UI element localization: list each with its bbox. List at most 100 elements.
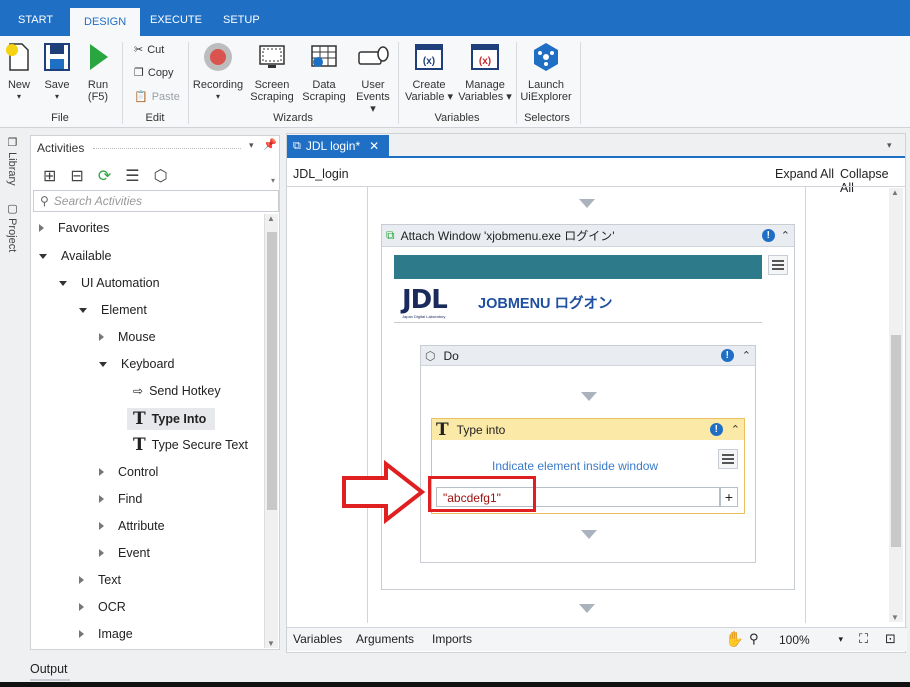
- scroll-down-icon[interactable]: ▼: [267, 639, 275, 648]
- data-scraping-button[interactable]: Data Scraping: [300, 42, 348, 103]
- expand-arrow-icon: [79, 603, 84, 611]
- data-scraping-icon: [311, 45, 337, 67]
- collapse-icon[interactable]: ⊟: [70, 166, 83, 186]
- tree-item-find[interactable]: Find: [99, 489, 142, 509]
- tree-item-favorites[interactable]: Favorites: [39, 218, 109, 238]
- library-tab[interactable]: ❐ Library: [6, 136, 19, 186]
- launch-uiexplorer-label-2: UiExplorer: [520, 91, 572, 103]
- scrollbar-thumb[interactable]: [891, 335, 901, 547]
- user-events-button[interactable]: User Events ▾: [352, 42, 394, 115]
- package-icon[interactable]: ⬡: [154, 166, 168, 186]
- ribbon-divider: [580, 42, 581, 124]
- save-button[interactable]: Save ▾: [40, 42, 74, 103]
- tab-list-icon[interactable]: ▾: [887, 140, 892, 151]
- window-preview-header: [394, 255, 762, 279]
- jdl-logo-sub: Japan Digital Laboratory: [402, 314, 446, 319]
- do-sequence[interactable]: ⬡ Do ! ⌃ T Type into ! ⌃ Indicate elemen…: [420, 345, 756, 563]
- project-icon: ▢: [6, 202, 18, 215]
- type-into-menu-button[interactable]: [718, 449, 738, 469]
- list-icon[interactable]: ☰: [125, 166, 139, 186]
- tab-setup[interactable]: SETUP: [209, 6, 274, 36]
- tree-item-mouse[interactable]: Mouse: [99, 327, 156, 347]
- cut-button[interactable]: ✂ Cut: [134, 43, 164, 57]
- toolbar-overflow-icon[interactable]: ▾: [271, 176, 275, 185]
- type-into-icon: T: [436, 419, 449, 440]
- expand-icon[interactable]: ⊞: [43, 166, 56, 186]
- zoom-search-icon[interactable]: ⚲: [749, 631, 759, 647]
- svg-text:(x): (x): [423, 56, 435, 67]
- type-into-header[interactable]: T Type into ! ⌃: [432, 419, 744, 440]
- scroll-up-icon[interactable]: ▲: [891, 188, 899, 197]
- overview-icon[interactable]: ⊡: [885, 631, 896, 647]
- drop-arrow-icon: [579, 199, 595, 208]
- recording-button[interactable]: Recording ▾: [192, 42, 244, 103]
- manage-variables-button[interactable]: (x) Manage Variables ▾: [458, 42, 512, 103]
- expand-all-link[interactable]: Expand All: [775, 167, 834, 181]
- screen-scraping-button[interactable]: Screen Scraping: [248, 42, 296, 103]
- variables-tab[interactable]: Variables: [293, 632, 342, 646]
- close-icon[interactable]: ✕: [369, 139, 379, 153]
- tab-start[interactable]: START: [4, 6, 67, 36]
- tree-item-event[interactable]: Event: [99, 543, 150, 563]
- fit-to-screen-icon[interactable]: ⛶: [859, 631, 868, 647]
- tree-item-keyboard[interactable]: Keyboard: [99, 354, 175, 374]
- paste-button[interactable]: 📋 Paste: [134, 90, 180, 104]
- designer-scrollbar[interactable]: ▲ ▼: [889, 188, 903, 622]
- attach-window-menu-button[interactable]: [768, 255, 788, 275]
- file-group-label: File: [51, 112, 69, 124]
- project-tab[interactable]: ▢ Project: [6, 202, 19, 252]
- sequence-icon: ⬡: [425, 348, 436, 363]
- warning-icon[interactable]: !: [709, 423, 723, 436]
- tree-item-send-hotkey[interactable]: ⇨ Send Hotkey: [133, 381, 221, 401]
- run-button[interactable]: Run (F5): [82, 42, 114, 103]
- collapse-caret-icon[interactable]: ⌃: [781, 229, 790, 242]
- refresh-icon[interactable]: ⟳: [98, 166, 111, 186]
- new-button[interactable]: New ▾: [4, 42, 34, 103]
- zoom-select[interactable]: 100% ▾: [775, 630, 847, 649]
- tree-item-image[interactable]: Image: [79, 624, 133, 644]
- doc-tab-jdl-login[interactable]: ⧉ JDL login* ✕: [287, 135, 389, 157]
- hand-pan-icon[interactable]: ✋: [725, 630, 744, 648]
- expression-editor-button[interactable]: +: [720, 487, 738, 507]
- tree-item-ui-automation[interactable]: UI Automation: [59, 273, 160, 293]
- pin-icon[interactable]: 📌: [263, 138, 277, 151]
- collapse-caret-icon[interactable]: ⌃: [731, 423, 740, 436]
- tab-execute[interactable]: EXECUTE: [136, 6, 216, 36]
- create-variable-button[interactable]: (x) Create Variable ▾: [402, 42, 456, 103]
- breadcrumb-divider: [287, 186, 905, 187]
- scissors-icon: ✂: [134, 44, 144, 56]
- scrollbar-thumb[interactable]: [267, 232, 277, 510]
- warning-icon[interactable]: !: [720, 349, 734, 362]
- scroll-up-icon[interactable]: ▲: [267, 214, 275, 223]
- zoom-value: 100%: [779, 632, 810, 647]
- search-activities-field[interactable]: ⚲ Search Activities: [33, 190, 279, 212]
- arguments-tab[interactable]: Arguments: [356, 632, 414, 646]
- breadcrumb[interactable]: JDL_login: [293, 167, 349, 181]
- imports-tab[interactable]: Imports: [432, 632, 472, 646]
- launch-uiexplorer-button[interactable]: Launch UiExplorer: [518, 42, 574, 103]
- expand-arrow-icon: [39, 224, 44, 232]
- highlight-box: [428, 476, 536, 512]
- collapse-caret-icon[interactable]: ⌃: [742, 349, 751, 362]
- attach-window-activity[interactable]: ⧉ Attach Window 'xjobmenu.exe ログイン' ! ⌃ …: [381, 224, 795, 590]
- tree-item-control[interactable]: Control: [99, 462, 158, 482]
- tree-item-type-into[interactable]: T Type Into: [127, 408, 215, 430]
- tree-item-text[interactable]: Text: [79, 570, 121, 590]
- attach-window-header[interactable]: ⧉ Attach Window 'xjobmenu.exe ログイン' ! ⌃: [382, 225, 794, 247]
- copy-button[interactable]: ❐ Copy: [134, 66, 174, 80]
- panel-options-icon[interactable]: ▾: [249, 140, 254, 151]
- tree-item-available[interactable]: Available: [39, 246, 112, 266]
- tree-item-type-secure-text[interactable]: T Type Secure Text: [133, 435, 248, 455]
- warning-icon[interactable]: !: [761, 229, 775, 242]
- window-screenshot-preview: JDL Japan Digital Laboratory JOBMENU ログオ…: [394, 279, 762, 323]
- tree-item-element[interactable]: Element: [79, 300, 147, 320]
- tab-design[interactable]: DESIGN: [70, 6, 141, 36]
- scroll-down-icon[interactable]: ▼: [891, 613, 899, 622]
- tree-item-attribute[interactable]: Attribute: [99, 516, 165, 536]
- do-header[interactable]: ⬡ Do ! ⌃: [421, 346, 755, 366]
- output-panel-tab[interactable]: Output: [0, 660, 910, 687]
- user-events-label: User: [361, 79, 385, 91]
- indicate-element-link[interactable]: Indicate element inside window: [492, 459, 658, 473]
- activities-scrollbar[interactable]: ▲ ▼: [264, 214, 278, 648]
- tree-item-ocr[interactable]: OCR: [79, 597, 126, 617]
